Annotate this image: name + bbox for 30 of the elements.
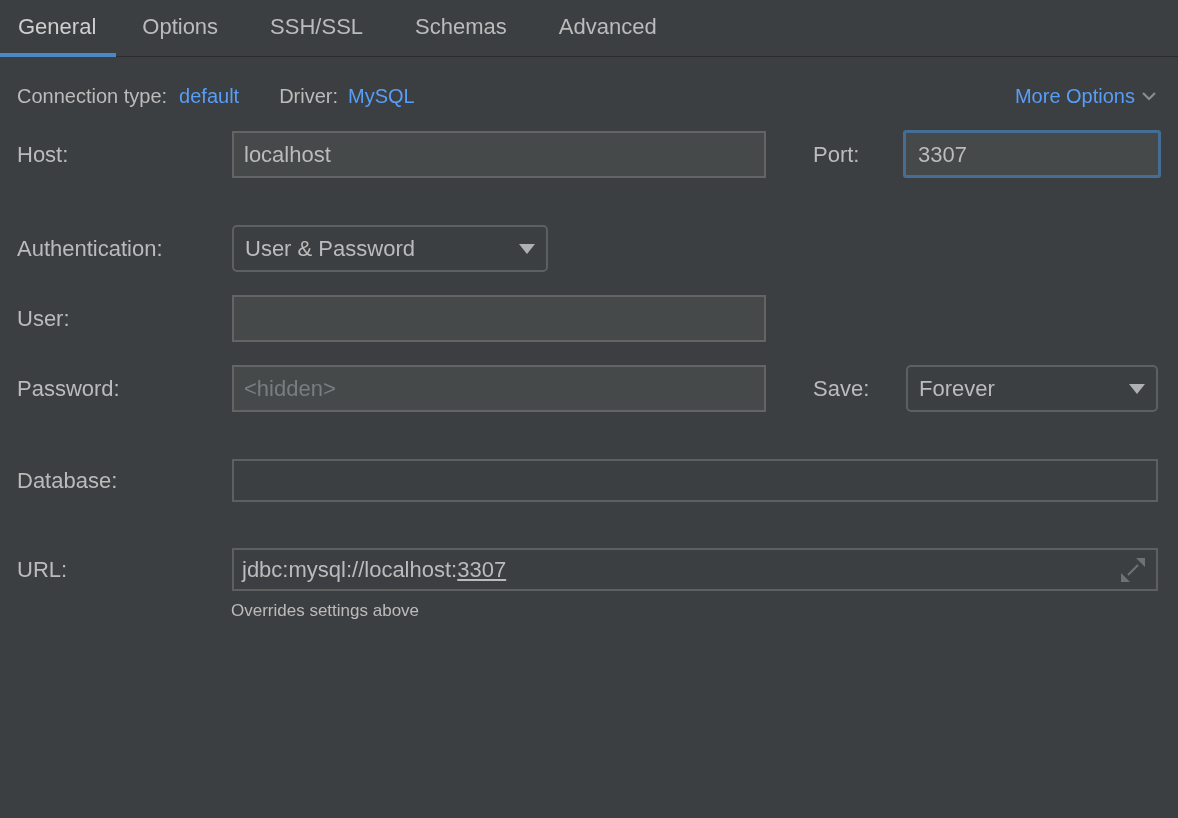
password-label: Password: — [17, 375, 121, 403]
url-field[interactable]: jdbc:mysql://localhost:3307 — [232, 548, 1158, 591]
driver-link[interactable]: MySQL — [348, 81, 415, 111]
database-field[interactable] — [232, 459, 1158, 502]
tab[interactable]: SSH/SSL — [244, 0, 390, 57]
authentication-label: Authentication: — [17, 235, 164, 263]
dropdown-arrow-icon — [519, 243, 535, 254]
save-dropdown[interactable]: Forever — [906, 365, 1158, 412]
url-label: URL: — [17, 556, 69, 584]
more-options-link[interactable]: More Options — [1014, 81, 1157, 111]
tab[interactable]: General — [0, 0, 117, 57]
connection-type-label: Connection type: — [17, 84, 168, 109]
authentication-dropdown[interactable]: User & Password — [232, 225, 548, 272]
port-label: Port: — [813, 140, 861, 169]
chevron-down-icon — [1141, 91, 1157, 101]
user-field[interactable] — [232, 295, 766, 342]
save-label: Save: — [813, 375, 871, 403]
tab[interactable]: Advanced — [532, 0, 683, 57]
host-label: Host: — [17, 140, 70, 169]
port-field[interactable]: 3307 — [903, 130, 1161, 178]
user-label: User: — [17, 305, 71, 333]
tab[interactable]: Schemas — [389, 0, 533, 57]
tab[interactable]: Options — [116, 0, 245, 57]
host-field[interactable]: localhost — [232, 130, 766, 178]
database-label: Database: — [17, 467, 119, 495]
url-hint: Overrides settings above — [231, 601, 420, 620]
dropdown-arrow-icon — [1129, 383, 1145, 394]
expand-icon[interactable] — [1120, 556, 1146, 583]
connection-type-link[interactable]: default — [179, 81, 240, 111]
driver-label: Driver: — [279, 84, 339, 109]
